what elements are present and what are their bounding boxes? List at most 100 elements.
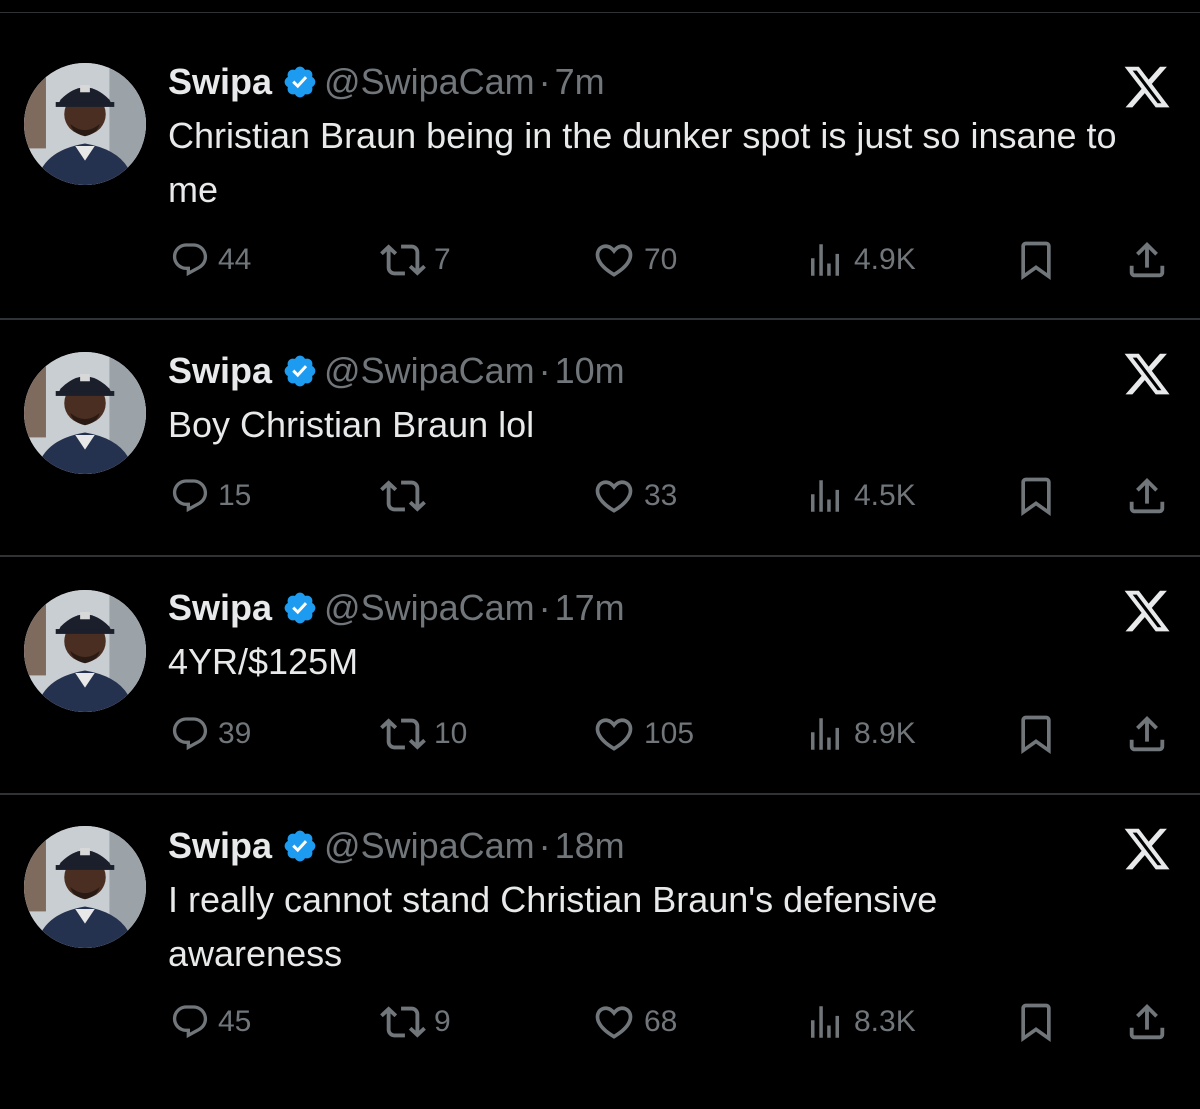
author-name[interactable]: Swipa xyxy=(168,61,272,103)
reply-icon xyxy=(170,240,210,280)
avatar[interactable] xyxy=(24,352,146,474)
verified-badge-icon xyxy=(282,64,318,100)
verified-badge-icon xyxy=(282,353,318,389)
like-count: 33 xyxy=(644,479,678,512)
x-logo-icon xyxy=(1122,586,1172,636)
reply-button[interactable]: 45 xyxy=(170,998,251,1046)
bookmark-icon xyxy=(1014,1000,1058,1044)
views-chart-icon xyxy=(804,475,846,517)
heart-icon xyxy=(592,474,636,518)
like-button[interactable]: 70 xyxy=(592,236,677,284)
tweet-text: 4YR/$125M xyxy=(168,641,359,682)
author-handle[interactable]: @SwipaCam xyxy=(324,350,535,392)
reply-count: 39 xyxy=(218,717,252,750)
repost-icon xyxy=(380,711,426,757)
heart-icon xyxy=(592,238,636,282)
action-bar: 39 10 105 8.9K xyxy=(0,710,1200,758)
verified-badge-icon xyxy=(282,590,318,626)
tweet-divider xyxy=(0,318,1200,320)
repost-button[interactable]: 10 xyxy=(380,710,467,758)
tweet-header: Swipa @SwipaCam · 7m xyxy=(168,60,605,104)
reply-button[interactable]: 44 xyxy=(170,236,251,284)
author-handle[interactable]: @SwipaCam xyxy=(324,825,535,867)
bookmark-icon xyxy=(1014,474,1058,518)
like-button[interactable]: 105 xyxy=(592,710,694,758)
share-icon xyxy=(1124,999,1170,1045)
repost-icon xyxy=(380,999,426,1045)
timestamp[interactable]: 10m xyxy=(555,350,625,392)
like-button[interactable]: 33 xyxy=(592,472,677,520)
author-name[interactable]: Swipa xyxy=(168,350,272,392)
share-icon xyxy=(1124,711,1170,757)
bookmark-icon xyxy=(1014,712,1058,756)
avatar[interactable] xyxy=(24,590,146,712)
reply-button[interactable]: 15 xyxy=(170,472,251,520)
like-count: 105 xyxy=(644,717,695,750)
tweet-text: I really cannot stand Christian Braun's … xyxy=(168,879,938,974)
author-handle[interactable]: @SwipaCam xyxy=(324,587,535,629)
action-bar: 45 9 68 8.3K xyxy=(0,998,1200,1046)
heart-icon xyxy=(592,1000,636,1044)
repost-button[interactable]: 7 xyxy=(380,236,451,284)
avatar[interactable] xyxy=(24,826,146,948)
views-button[interactable]: 8.9K xyxy=(804,710,916,758)
bookmark-icon xyxy=(1014,238,1058,282)
view-count: 4.5K xyxy=(854,479,916,512)
share-button[interactable] xyxy=(1124,472,1170,520)
repost-count: 9 xyxy=(434,1005,451,1038)
tweet-header: Swipa @SwipaCam · 18m xyxy=(168,824,625,868)
tweet-divider xyxy=(0,793,1200,795)
views-button[interactable]: 4.5K xyxy=(804,472,916,520)
repost-icon xyxy=(380,237,426,283)
view-count: 4.9K xyxy=(854,243,916,276)
views-chart-icon xyxy=(804,239,846,281)
reply-button[interactable]: 39 xyxy=(170,710,251,758)
bookmark-button[interactable] xyxy=(1014,236,1058,284)
separator-dot: · xyxy=(538,350,551,391)
separator-dot: · xyxy=(538,61,551,102)
tweet-header: Swipa @SwipaCam · 17m xyxy=(168,586,625,630)
tweet-divider xyxy=(0,555,1200,557)
views-button[interactable]: 4.9K xyxy=(804,236,916,284)
author-handle[interactable]: @SwipaCam xyxy=(324,61,535,103)
share-button[interactable] xyxy=(1124,236,1170,284)
bookmark-button[interactable] xyxy=(1014,998,1058,1046)
share-button[interactable] xyxy=(1124,710,1170,758)
share-icon xyxy=(1124,473,1170,519)
tweet-text: Boy Christian Braun lol xyxy=(168,404,535,445)
timestamp[interactable]: 7m xyxy=(555,61,605,103)
author-name[interactable]: Swipa xyxy=(168,825,272,867)
reply-count: 44 xyxy=(218,243,252,276)
repost-count: 10 xyxy=(434,717,468,750)
share-icon xyxy=(1124,237,1170,283)
view-count: 8.3K xyxy=(854,1005,916,1038)
timestamp[interactable]: 17m xyxy=(555,587,625,629)
reply-icon xyxy=(170,714,210,754)
reply-count: 15 xyxy=(218,479,252,512)
repost-count: 7 xyxy=(434,243,451,276)
timestamp[interactable]: 18m xyxy=(555,825,625,867)
author-name[interactable]: Swipa xyxy=(168,587,272,629)
action-bar: 44 7 70 4.9K xyxy=(0,236,1200,284)
bookmark-button[interactable] xyxy=(1014,472,1058,520)
like-button[interactable]: 68 xyxy=(592,998,677,1046)
views-button[interactable]: 8.3K xyxy=(804,998,916,1046)
view-count: 8.9K xyxy=(854,717,916,750)
x-logo-icon xyxy=(1122,62,1172,112)
top-divider xyxy=(0,12,1200,13)
separator-dot: · xyxy=(538,825,551,866)
x-logo-icon xyxy=(1122,824,1172,874)
reply-count: 45 xyxy=(218,1005,252,1038)
repost-button[interactable]: 9 xyxy=(380,998,451,1046)
action-bar: 15 33 4.5K xyxy=(0,472,1200,520)
share-button[interactable] xyxy=(1124,998,1170,1046)
x-logo-icon xyxy=(1122,349,1172,399)
like-count: 68 xyxy=(644,1005,678,1038)
bookmark-button[interactable] xyxy=(1014,710,1058,758)
tweet-header: Swipa @SwipaCam · 10m xyxy=(168,349,625,393)
separator-dot: · xyxy=(538,587,551,628)
avatar[interactable] xyxy=(24,63,146,185)
repost-button[interactable] xyxy=(380,472,434,520)
tweet-text: Christian Braun being in the dunker spot… xyxy=(168,115,1117,210)
views-chart-icon xyxy=(804,1001,846,1043)
